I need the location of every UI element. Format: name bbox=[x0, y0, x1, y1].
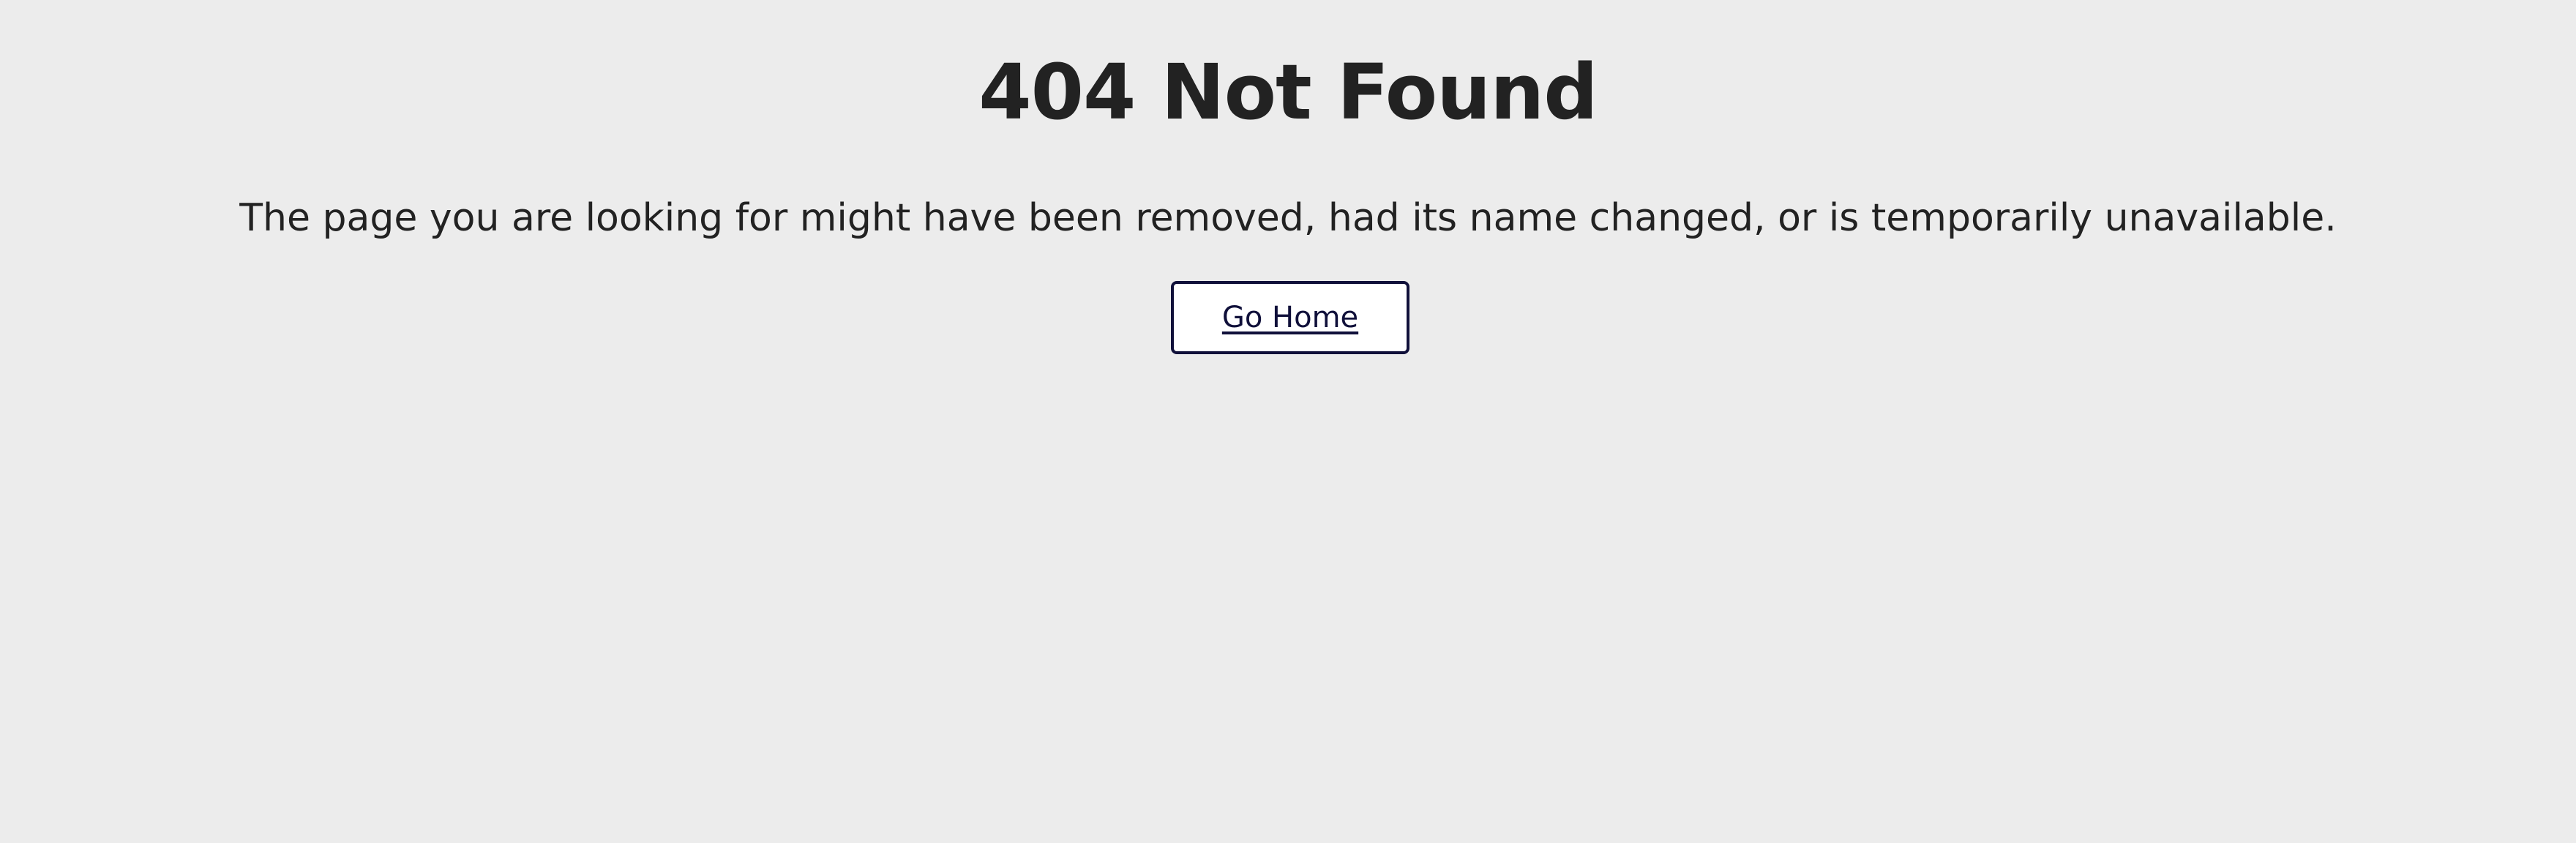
page-title: 404 Not Found bbox=[978, 48, 1598, 137]
error-page: 404 Not Found The page you are looking f… bbox=[0, 0, 2576, 843]
go-home-button[interactable]: Go Home bbox=[1171, 281, 1409, 354]
error-message: The page you are looking for might have … bbox=[239, 196, 2337, 240]
